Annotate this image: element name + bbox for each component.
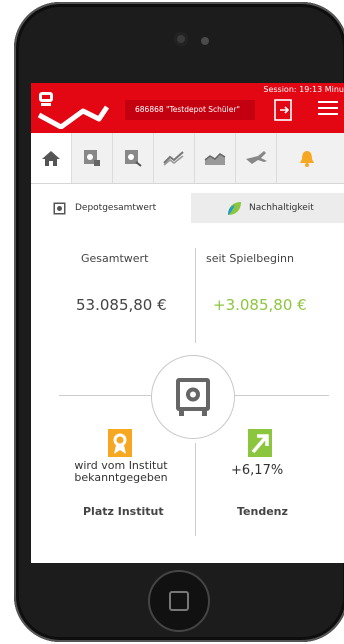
- logo-icon: [37, 92, 109, 129]
- nav-depot-search[interactable]: [113, 133, 154, 183]
- nav-transactions[interactable]: [236, 133, 277, 183]
- depot-selector[interactable]: 686868 "Testdepot Schüler": [125, 100, 255, 120]
- trend-up-icon: [163, 151, 184, 166]
- logout-icon[interactable]: [274, 98, 296, 122]
- safe-icon: [176, 378, 210, 416]
- nav-alerts[interactable]: [277, 133, 344, 183]
- tab-label: Nachhaltigkeit: [249, 203, 314, 213]
- home-square-icon: [169, 591, 189, 611]
- since-start-heading: seit Spielbeginn: [206, 252, 294, 265]
- icon-navigation: [31, 133, 344, 184]
- tab-depotgesamtwert[interactable]: Depotgesamtwert: [31, 193, 191, 223]
- menu-icon[interactable]: [318, 101, 338, 115]
- tab-label: Depotgesamtwert: [75, 203, 157, 213]
- gain-value: +3.085,80 €: [213, 296, 307, 314]
- rank-text: wird vom Institut bekanntgegeben: [74, 459, 168, 484]
- depot-safe-button[interactable]: [151, 355, 235, 439]
- nav-chart[interactable]: [195, 133, 236, 183]
- tab-bar: Depotgesamtwert Nachhaltigkeit: [31, 193, 344, 223]
- depot-search-icon: [125, 150, 142, 167]
- camera: [201, 37, 209, 45]
- rank-label: Platz Institut: [83, 505, 164, 518]
- divider-right: [235, 395, 329, 396]
- nav-trend[interactable]: [154, 133, 195, 183]
- medal-icon: [108, 429, 132, 457]
- home-icon: [42, 151, 60, 166]
- depot-overview-icon: [84, 150, 100, 166]
- leaf-icon: [228, 202, 241, 215]
- app-screen: Session: 19:13 Minu 686868 "Testdepot Sc…: [31, 83, 344, 563]
- safe-icon: [53, 202, 66, 215]
- divider-upper: [195, 248, 196, 343]
- session-timer: Session: 19:13 Minu: [263, 85, 344, 94]
- tab-nachhaltigkeit[interactable]: Nachhaltigkeit: [191, 193, 344, 223]
- speaker: [174, 32, 188, 46]
- trend-arrow-icon: [248, 429, 272, 457]
- divider-lower: [195, 443, 196, 536]
- nav-depot-overview[interactable]: [72, 133, 113, 183]
- total-value-heading: Gesamtwert: [81, 252, 149, 265]
- trend-label: Tendenz: [237, 505, 288, 518]
- plane-icon: [246, 151, 267, 164]
- nav-home[interactable]: [31, 133, 72, 183]
- home-button[interactable]: [148, 570, 210, 632]
- divider-left: [59, 395, 151, 396]
- chart-area-icon: [204, 153, 226, 165]
- bell-icon: [300, 151, 314, 167]
- total-value: 53.085,80 €: [76, 296, 167, 314]
- top-bar: Session: 19:13 Minu 686868 "Testdepot Sc…: [31, 83, 344, 133]
- trend-value: +6,17%: [231, 463, 284, 478]
